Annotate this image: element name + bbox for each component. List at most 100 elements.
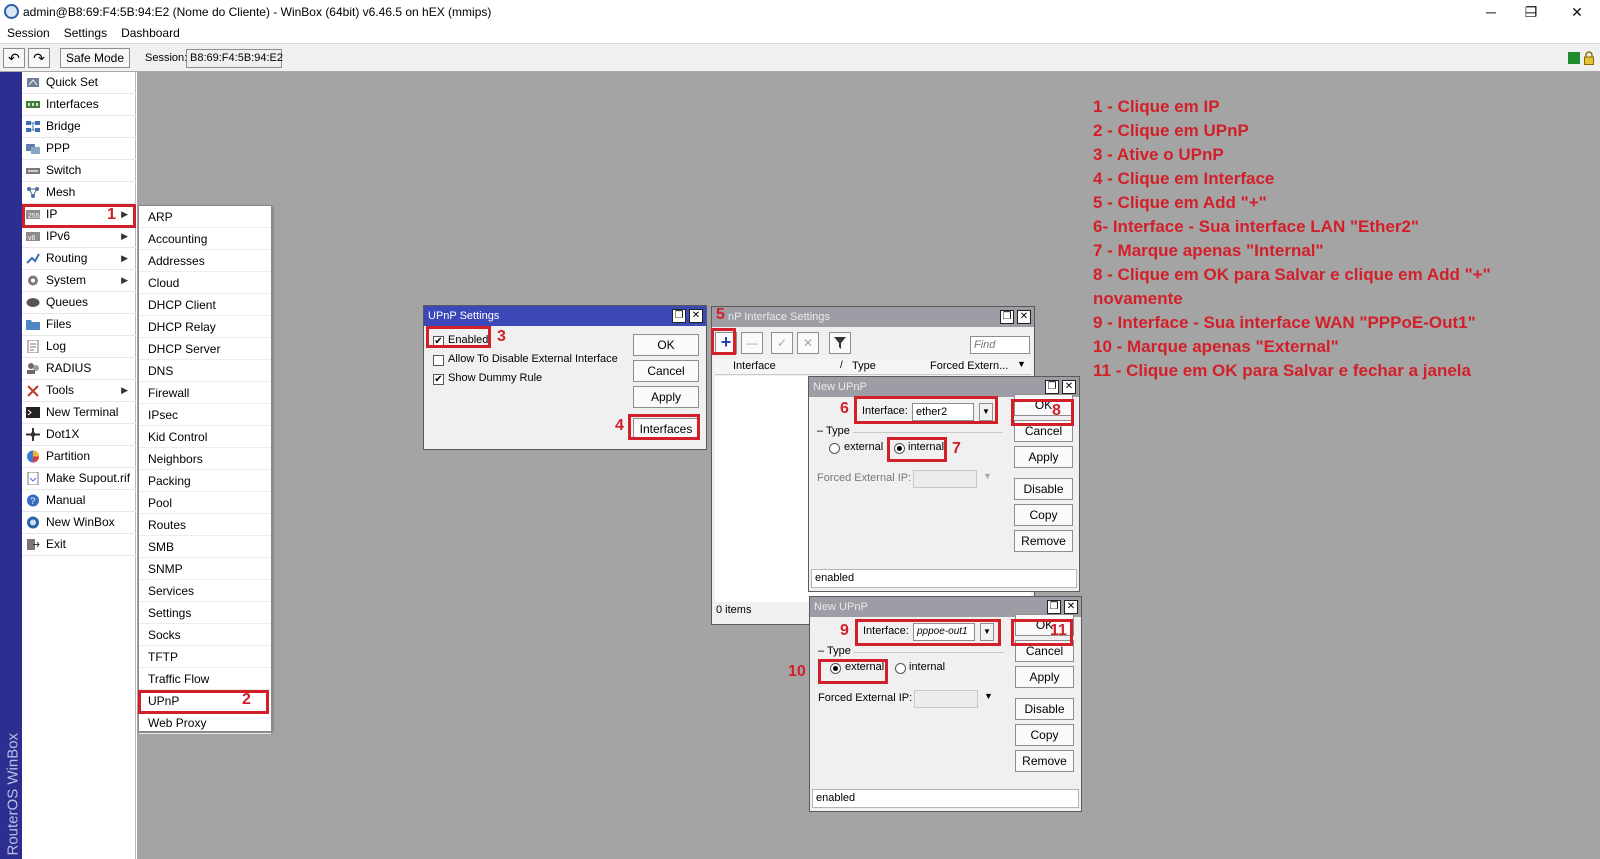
submenu-item-routes[interactable]: Routes xyxy=(139,514,271,536)
cancel-button[interactable]: Cancel xyxy=(1015,640,1074,662)
maximize-button[interactable]: ❐ xyxy=(1508,1,1554,23)
close-icon[interactable]: ✕ xyxy=(689,309,703,323)
column-dropdown-icon[interactable]: ▼ xyxy=(1017,359,1026,369)
restore-window-icon[interactable]: ❐ xyxy=(1045,380,1059,394)
submenu-item-web-proxy[interactable]: Web Proxy xyxy=(139,712,271,734)
sidebar-item-make-supout[interactable]: Make Supout.rif xyxy=(22,468,136,490)
sidebar-item-queues[interactable]: Queues xyxy=(22,292,136,314)
sidebar-item-exit[interactable]: Exit xyxy=(22,534,136,556)
submenu-item-cloud[interactable]: Cloud xyxy=(139,272,271,294)
close-icon[interactable]: ✕ xyxy=(1017,310,1031,324)
submenu-item-dhcp-server[interactable]: DHCP Server xyxy=(139,338,271,360)
interface-select[interactable]: pppoe-out1 xyxy=(913,623,975,641)
sidebar-item-partition[interactable]: Partition xyxy=(22,446,136,468)
sidebar-item-radius[interactable]: RADIUS xyxy=(22,358,136,380)
submenu-item-dhcp-client[interactable]: DHCP Client xyxy=(139,294,271,316)
restore-window-icon[interactable]: ❐ xyxy=(1000,310,1014,324)
undo-button[interactable]: ↶ xyxy=(3,48,25,68)
filter-button[interactable] xyxy=(829,332,851,354)
add-button[interactable]: + xyxy=(715,332,737,354)
submenu-item-addresses[interactable]: Addresses xyxy=(139,250,271,272)
disable-button[interactable]: ✕ xyxy=(797,332,819,354)
close-icon[interactable]: ✕ xyxy=(1062,380,1076,394)
find-input[interactable] xyxy=(970,336,1030,354)
submenu-item-neighbors[interactable]: Neighbors xyxy=(139,448,271,470)
sidebar-item-tools[interactable]: Tools ▶ xyxy=(22,380,136,402)
submenu-item-dhcp-relay[interactable]: DHCP Relay xyxy=(139,316,271,338)
submenu-item-upnp[interactable]: UPnP xyxy=(139,690,271,712)
submenu-item-arp[interactable]: ARP xyxy=(139,206,271,228)
sidebar-item-interfaces[interactable]: Interfaces xyxy=(22,94,136,116)
submenu-item-socks[interactable]: Socks xyxy=(139,624,271,646)
show-dummy-rule-checkbox[interactable]: ✔ xyxy=(433,374,444,385)
apply-button[interactable]: Apply xyxy=(1014,446,1073,468)
enabled-checkbox[interactable]: ✔ xyxy=(433,336,444,347)
forced-external-ip-input[interactable] xyxy=(913,470,977,488)
safe-mode-button[interactable]: Safe Mode xyxy=(60,48,130,68)
submenu-item-traffic-flow[interactable]: Traffic Flow xyxy=(139,668,271,690)
sidebar-item-quick-set[interactable]: Quick Set xyxy=(22,72,136,94)
copy-button[interactable]: Copy xyxy=(1014,504,1073,526)
submenu-item-pool[interactable]: Pool xyxy=(139,492,271,514)
remove-button[interactable]: — xyxy=(741,332,763,354)
sidebar-item-log[interactable]: Log xyxy=(22,336,136,358)
sidebar-item-bridge[interactable]: Bridge xyxy=(22,116,136,138)
disable-button[interactable]: Disable xyxy=(1014,478,1073,500)
enable-button[interactable]: ✓ xyxy=(771,332,793,354)
sidebar-item-new-terminal[interactable]: New Terminal xyxy=(22,402,136,424)
dropdown-arrow-icon[interactable]: ▼ xyxy=(980,623,994,641)
interfaces-button[interactable]: Interfaces xyxy=(633,418,699,440)
type-external-radio[interactable] xyxy=(830,663,841,674)
redo-button[interactable]: ↷ xyxy=(28,48,50,68)
menu-dashboard[interactable]: Dashboard xyxy=(114,24,187,40)
copy-button[interactable]: Copy xyxy=(1015,724,1074,746)
dropdown-arrow-icon[interactable]: ▼ xyxy=(984,691,993,701)
type-internal-radio[interactable] xyxy=(894,443,905,454)
dropdown-arrow-icon[interactable]: ▼ xyxy=(983,471,992,481)
submenu-item-snmp[interactable]: SNMP xyxy=(139,558,271,580)
column-forced-external[interactable]: Forced Extern... xyxy=(930,360,1008,372)
forced-external-ip-input[interactable] xyxy=(914,690,978,708)
dropdown-arrow-icon[interactable]: ▼ xyxy=(979,403,993,421)
submenu-item-tftp[interactable]: TFTP xyxy=(139,646,271,668)
submenu-item-packing[interactable]: Packing xyxy=(139,470,271,492)
allow-disable-external-checkbox[interactable] xyxy=(433,355,444,366)
ok-button[interactable]: OK xyxy=(633,334,699,356)
submenu-item-dns[interactable]: DNS xyxy=(139,360,271,382)
close-icon[interactable]: ✕ xyxy=(1064,600,1078,614)
disable-button[interactable]: Disable xyxy=(1015,698,1074,720)
column-interface[interactable]: Interface xyxy=(733,360,776,372)
type-external-radio[interactable] xyxy=(829,443,840,454)
submenu-item-settings[interactable]: Settings xyxy=(139,602,271,624)
sidebar-item-routing[interactable]: Routing ▶ xyxy=(22,248,136,270)
sidebar-item-dot1x[interactable]: Dot1X xyxy=(22,424,136,446)
apply-button[interactable]: Apply xyxy=(633,386,699,408)
submenu-item-kid-control[interactable]: Kid Control xyxy=(139,426,271,448)
column-type[interactable]: Type xyxy=(852,360,876,372)
cancel-button[interactable]: Cancel xyxy=(1014,420,1073,442)
sidebar-item-manual[interactable]: ? Manual xyxy=(22,490,136,512)
sidebar-item-mesh[interactable]: Mesh xyxy=(22,182,136,204)
sidebar-item-ipv6[interactable]: v6 IPv6 ▶ xyxy=(22,226,136,248)
menu-session[interactable]: Session xyxy=(0,24,57,40)
submenu-item-services[interactable]: Services xyxy=(139,580,271,602)
close-window-button[interactable]: ✕ xyxy=(1554,1,1600,23)
sidebar-item-system[interactable]: System ▶ xyxy=(22,270,136,292)
sidebar-item-new-winbox[interactable]: New WinBox xyxy=(22,512,136,534)
submenu-item-firewall[interactable]: Firewall xyxy=(139,382,271,404)
type-internal-radio[interactable] xyxy=(895,663,906,674)
remove-button[interactable]: Remove xyxy=(1014,530,1073,552)
sidebar-item-ip[interactable]: 255 IP ▶ xyxy=(22,204,136,226)
restore-window-icon[interactable]: ❐ xyxy=(672,309,686,323)
ok-button[interactable]: OK xyxy=(1014,394,1073,416)
sidebar-item-switch[interactable]: Switch xyxy=(22,160,136,182)
remove-button[interactable]: Remove xyxy=(1015,750,1074,772)
submenu-item-smb[interactable]: SMB xyxy=(139,536,271,558)
menu-settings[interactable]: Settings xyxy=(57,24,114,40)
interface-select[interactable]: ether2 xyxy=(912,403,974,421)
sidebar-item-files[interactable]: Files xyxy=(22,314,136,336)
apply-button[interactable]: Apply xyxy=(1015,666,1074,688)
sidebar-item-ppp[interactable]: PPP xyxy=(22,138,136,160)
restore-window-icon[interactable]: ❐ xyxy=(1047,600,1061,614)
cancel-button[interactable]: Cancel xyxy=(633,360,699,382)
